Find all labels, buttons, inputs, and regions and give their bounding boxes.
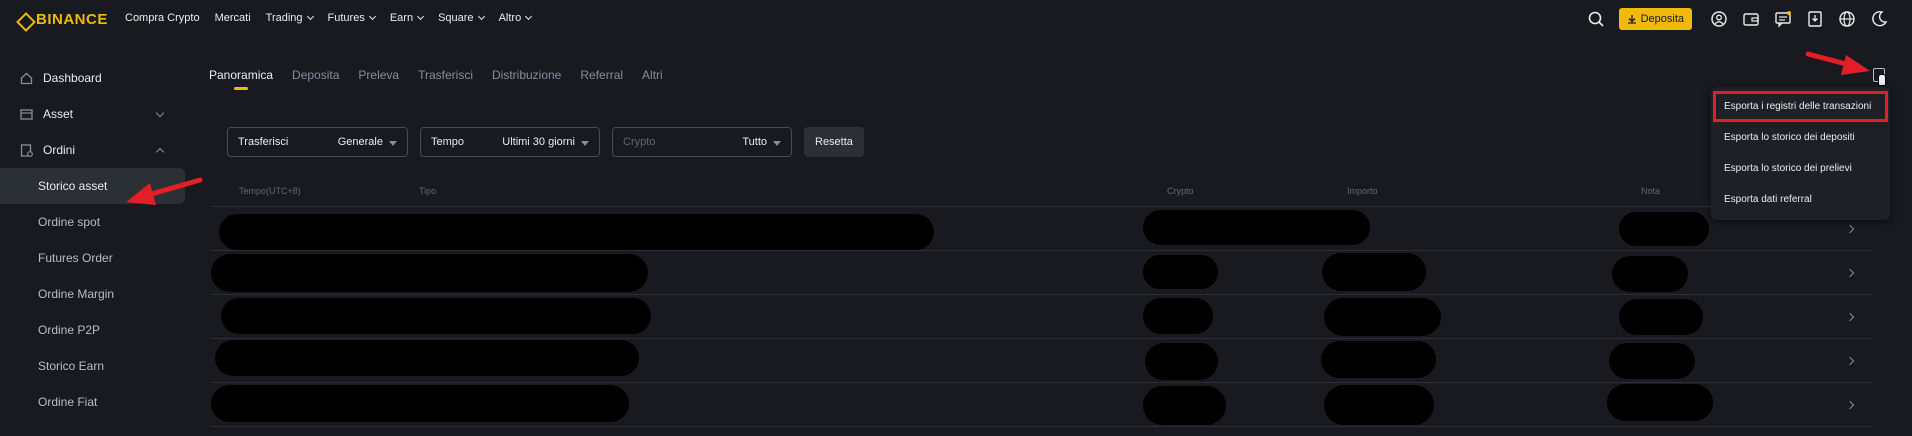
red-arrow-to-storico-asset: [126, 177, 203, 205]
red-arrow-to-export-icon: [1805, 51, 1870, 75]
annotation-overlay: [126, 51, 1870, 205]
